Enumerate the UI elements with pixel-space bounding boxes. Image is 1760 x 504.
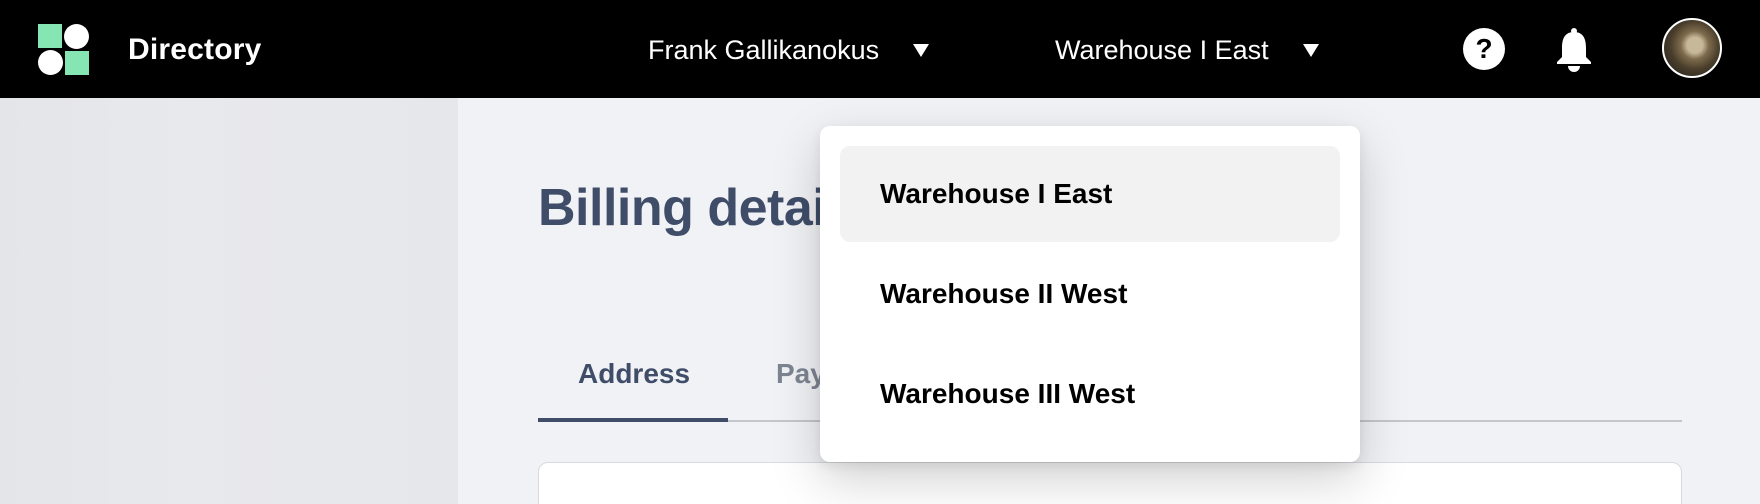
avatar[interactable] bbox=[1662, 18, 1722, 78]
warehouse-selector[interactable]: Warehouse I East bbox=[1055, 30, 1319, 70]
warehouse-selector-label: Warehouse I East bbox=[1055, 34, 1269, 65]
menu-item-warehouse-iii-west[interactable]: Warehouse III West bbox=[840, 346, 1340, 442]
caret-down-icon bbox=[1302, 43, 1319, 57]
top-bar: Directory Frank Gallikanokus Warehouse I… bbox=[0, 0, 1760, 98]
user-selector-label: Frank Gallikanokus bbox=[648, 34, 880, 65]
menu-item-warehouse-ii-west[interactable]: Warehouse II West bbox=[840, 246, 1340, 342]
page-title: Billing details bbox=[538, 179, 869, 237]
active-tab-indicator bbox=[538, 418, 728, 422]
tab-address[interactable]: Address bbox=[578, 358, 690, 390]
bell-icon[interactable] bbox=[1554, 26, 1594, 72]
sidebar bbox=[0, 98, 458, 504]
app-title: Directory bbox=[128, 33, 262, 66]
logo-icon[interactable] bbox=[38, 24, 90, 76]
tab-payment[interactable]: Pay bbox=[776, 358, 826, 390]
user-selector[interactable]: Frank Gallikanokus bbox=[648, 30, 930, 70]
menu-item-warehouse-i-east[interactable]: Warehouse I East bbox=[840, 146, 1340, 242]
caret-down-icon bbox=[913, 43, 930, 57]
warehouse-menu: Warehouse I East Warehouse II West Wareh… bbox=[820, 126, 1360, 462]
help-icon[interactable]: ? bbox=[1463, 28, 1505, 70]
address-card bbox=[538, 462, 1682, 504]
